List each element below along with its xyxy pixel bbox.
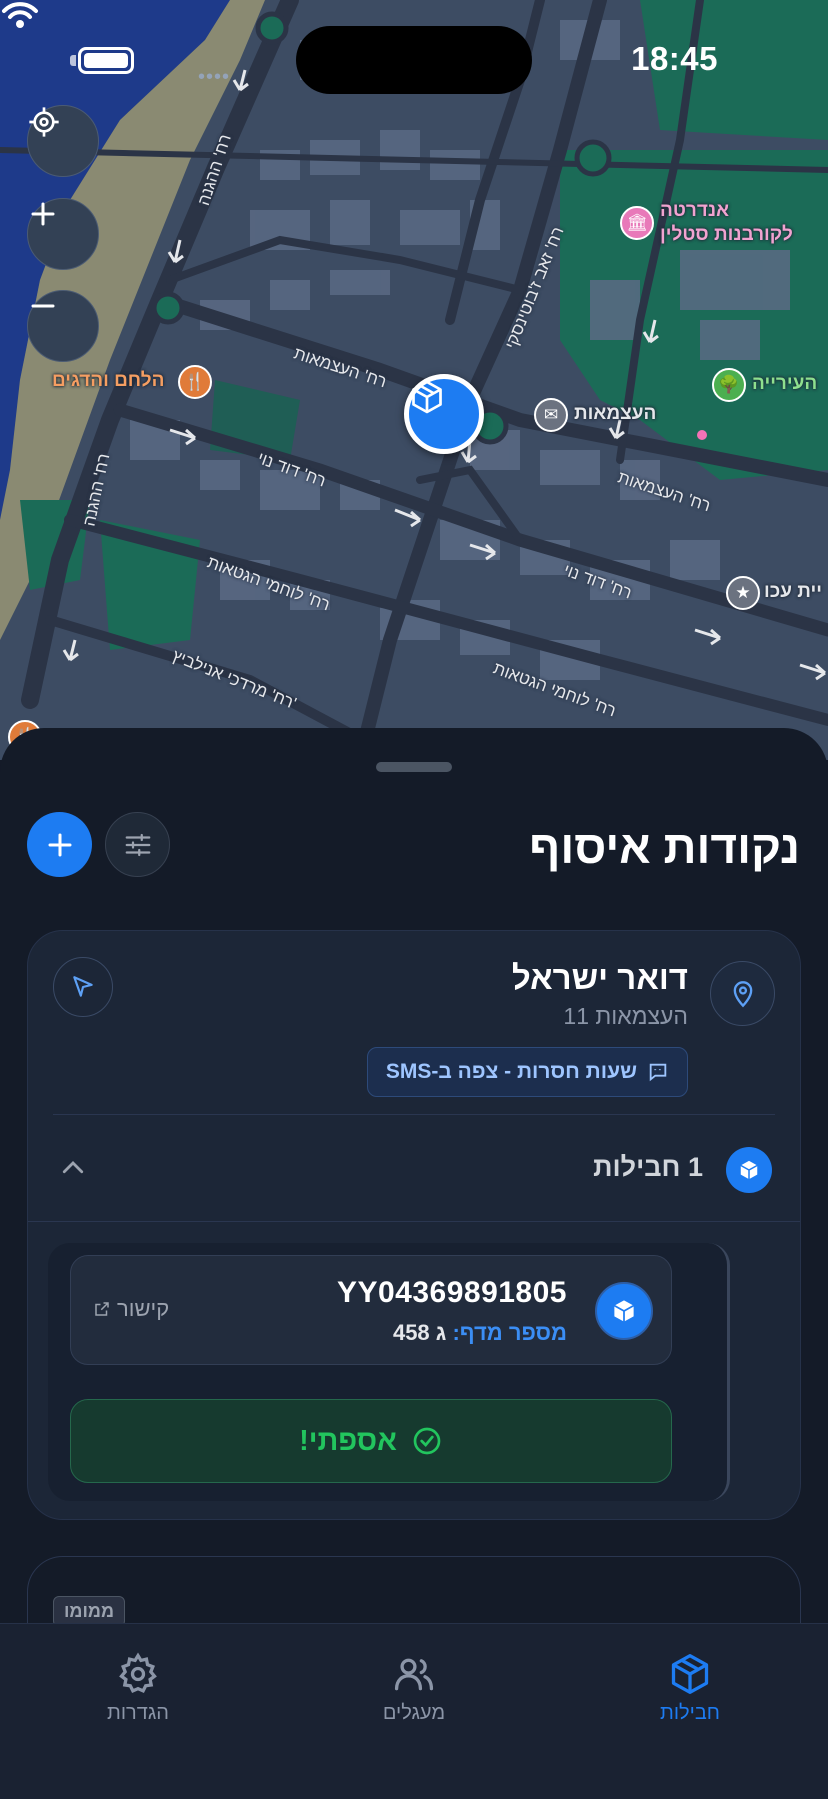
plus-icon	[48, 833, 71, 856]
poi-police-label: יית עכו	[764, 581, 822, 602]
filter-button[interactable]	[105, 812, 170, 877]
sheet-grabber[interactable]	[376, 762, 452, 772]
tab-packages[interactable]: חבילות	[600, 1652, 780, 1725]
police-icon[interactable]: ★	[726, 576, 760, 610]
sms-hours-chip[interactable]: שעות חסרות - צפה ב-SMS	[366, 1047, 688, 1097]
external-link-icon	[95, 1302, 109, 1316]
poi-park-label: העירייה	[752, 373, 818, 394]
map-view[interactable]: רח' ההגנה רח' ההגנה רח' העצמאות רח' העצמ…	[0, 0, 828, 760]
add-button[interactable]	[27, 812, 92, 877]
poi-monument-label-1: אנדרטה	[660, 200, 730, 221]
chevron-up-icon	[62, 1161, 84, 1174]
poi-monument-label-2: לקורבנות סטלין	[660, 224, 793, 245]
status-time: 18:45	[631, 40, 718, 77]
package-icon	[595, 1282, 653, 1340]
poi-restaurant-label: הלחם והדגים	[52, 370, 165, 391]
pickup-point-card[interactable]: דואר ישראל העצמאות 11 שעות חסרות - צפה ב…	[27, 930, 801, 1520]
message-icon	[649, 1063, 667, 1082]
dynamic-island	[296, 26, 532, 94]
users-icon	[394, 1658, 434, 1691]
crosshair-icon	[29, 107, 59, 137]
zoom-out-button[interactable]	[27, 290, 99, 362]
collected-button[interactable]: אספתי!	[70, 1399, 672, 1483]
sliders-icon	[125, 833, 150, 856]
tab-bar: חבילות מעגלים הגדרות	[0, 1623, 828, 1799]
zoom-in-button[interactable]	[27, 198, 99, 270]
battery-cap	[70, 55, 76, 66]
location-pin-icon	[710, 961, 775, 1026]
sheet-title: נקודות איסוף	[529, 821, 800, 873]
restaurant-icon[interactable]: 🍴	[178, 365, 212, 399]
tab-label: הגדרות	[107, 1702, 169, 1724]
pickup-point-name: דואר ישראל	[511, 959, 688, 996]
plus-icon	[31, 202, 55, 226]
pickup-point-address: העצמאות 11	[563, 1003, 688, 1029]
locate-me-button[interactable]	[27, 105, 99, 177]
collected-label: אספתי!	[299, 1424, 397, 1457]
tracking-link[interactable]: קישור	[93, 1296, 169, 1322]
shelf-label: מספר מדף:	[452, 1320, 567, 1345]
sms-hours-text: שעות חסרות - צפה ב-SMS	[385, 1060, 637, 1083]
battery-icon	[78, 47, 134, 74]
shelf-value: ג 458	[392, 1320, 447, 1345]
divider	[28, 1221, 800, 1222]
tab-circles[interactable]: מעגלים	[324, 1652, 504, 1725]
signal-dots-icon: ••••	[198, 66, 231, 88]
tab-settings[interactable]: הגדרות	[48, 1652, 228, 1725]
monument-icon[interactable]: 🏛	[620, 206, 654, 240]
link-label: קישור	[117, 1296, 170, 1321]
tracking-number: YY04369891805	[336, 1276, 567, 1309]
park-icon[interactable]: 🌳	[712, 368, 746, 402]
navigate-button[interactable]	[53, 957, 113, 1017]
gear-icon	[119, 1652, 157, 1693]
mail-icon[interactable]: ✉	[534, 398, 568, 432]
package-icon	[412, 380, 442, 414]
tab-label: מעגלים	[382, 1702, 446, 1724]
wifi-icon	[2, 2, 38, 28]
package-panel: YY04369891805 מספר מדף: ג 458 קישור אספת…	[48, 1243, 730, 1501]
packages-toggle-row[interactable]: 1 חבילות	[28, 1115, 800, 1221]
package-icon	[671, 1654, 709, 1694]
package-count: 1 חבילות	[593, 1152, 703, 1182]
app-screen: רח' ההגנה רח' ההגנה רח' העצמאות רח' העצמ…	[0, 0, 828, 1799]
check-circle-icon	[413, 1427, 441, 1455]
poi-post-label: העצמאות	[574, 403, 657, 424]
tab-label: חבילות	[660, 1702, 720, 1724]
navigation-arrow-icon	[73, 976, 93, 997]
shelf-number: מספר מדף: ג 458	[393, 1320, 567, 1346]
pickup-point-pin[interactable]	[404, 374, 484, 454]
package-icon	[726, 1147, 772, 1193]
minus-icon	[31, 304, 55, 308]
package-row[interactable]: YY04369891805 מספר מדף: ג 458 קישור	[70, 1255, 672, 1365]
